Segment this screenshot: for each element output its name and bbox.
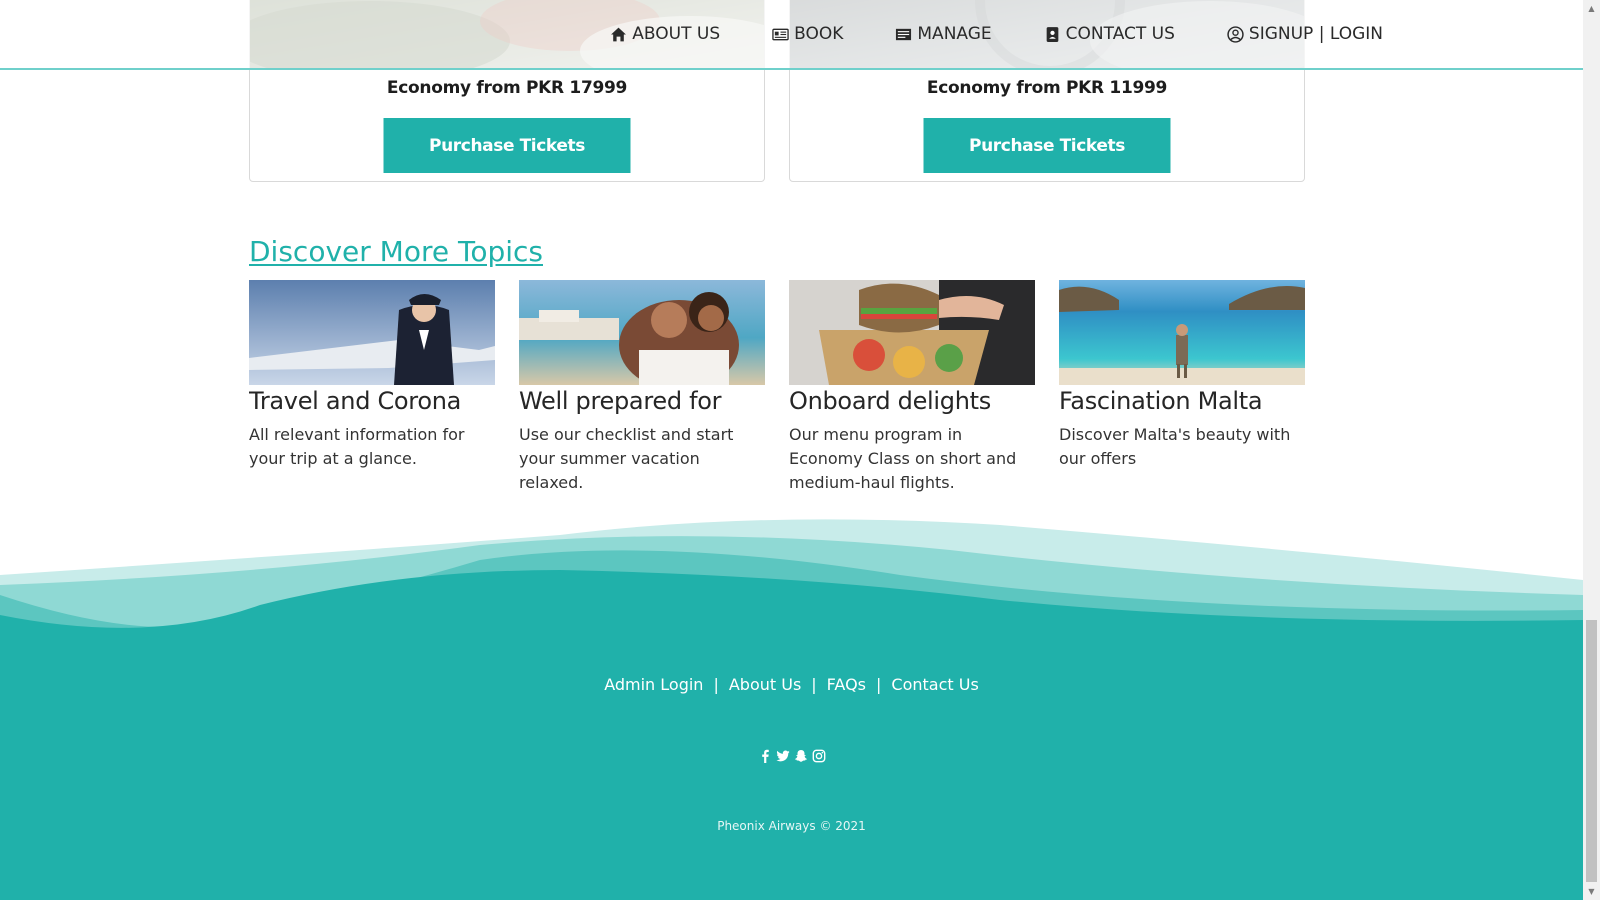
nav-book[interactable]: BOOK bbox=[772, 24, 843, 44]
purchase-tickets-button[interactable]: Purchase Tickets bbox=[383, 118, 631, 173]
home-icon bbox=[611, 27, 627, 41]
topics-grid: Travel and Corona All relevant informati… bbox=[249, 280, 1307, 495]
vertical-scrollbar[interactable]: ▲ ▼ bbox=[1583, 0, 1600, 900]
footer-separator: | bbox=[811, 675, 817, 694]
fare-text: Economy from PKR 17999 bbox=[386, 78, 628, 98]
topic-card[interactable]: Fascination Malta Discover Malta's beaut… bbox=[1059, 280, 1305, 495]
topic-card[interactable]: Onboard delights Our menu program in Eco… bbox=[789, 280, 1035, 495]
scroll-down-arrow-icon[interactable]: ▼ bbox=[1583, 883, 1600, 900]
footer-links: Admin Login | About Us | FAQs | Contact … bbox=[0, 675, 1583, 694]
nav-manage[interactable]: MANAGE bbox=[895, 24, 992, 44]
nav-signup-login[interactable]: SIGNUP | LOGIN bbox=[1227, 24, 1383, 44]
purchase-tickets-button[interactable]: Purchase Tickets bbox=[923, 118, 1171, 173]
topic-image-couple[interactable] bbox=[519, 280, 765, 385]
footer-link-contact-us[interactable]: Contact Us bbox=[891, 675, 978, 694]
topic-card[interactable]: Travel and Corona All relevant informati… bbox=[249, 280, 495, 495]
discover-more-topics-link[interactable]: Discover More Topics bbox=[249, 235, 543, 268]
ticket-icon bbox=[772, 28, 789, 40]
list-icon bbox=[896, 28, 912, 40]
nav-signup-login-label: SIGNUP | LOGIN bbox=[1248, 24, 1383, 44]
topic-description: Discover Malta's beauty with our offers bbox=[1059, 425, 1291, 468]
footer-separator: | bbox=[876, 675, 882, 694]
nav-book-label: BOOK bbox=[794, 24, 844, 44]
footer-link-admin-login[interactable]: Admin Login bbox=[604, 675, 703, 694]
snapchat-icon[interactable] bbox=[794, 749, 808, 763]
topic-image-meal[interactable] bbox=[789, 280, 1035, 385]
footer-wave bbox=[0, 519, 1583, 655]
fare-text: Economy from PKR 11999 bbox=[926, 78, 1168, 98]
topic-card[interactable]: Well prepared for Use our checklist and … bbox=[519, 280, 765, 495]
scroll-up-arrow-icon[interactable]: ▲ bbox=[1583, 0, 1600, 17]
nav-about-us[interactable]: ABOUT US bbox=[610, 24, 720, 44]
topic-description: All relevant information for your trip a… bbox=[249, 425, 465, 468]
footer: Admin Login | About Us | FAQs | Contact … bbox=[0, 635, 1583, 900]
twitter-icon[interactable] bbox=[775, 749, 790, 763]
topic-title[interactable]: Well prepared for bbox=[519, 387, 765, 415]
nav-contact-us-label: CONTACT US bbox=[1065, 24, 1175, 44]
social-icons bbox=[0, 749, 1583, 763]
topic-image-pilot[interactable] bbox=[249, 280, 495, 385]
topic-image-beach[interactable] bbox=[1059, 280, 1305, 385]
contact-book-icon bbox=[1046, 26, 1058, 42]
nav-manage-label: MANAGE bbox=[917, 24, 992, 44]
copyright-text: Pheonix Airways © 2021 bbox=[717, 819, 866, 833]
footer-link-about-us[interactable]: About Us bbox=[729, 675, 801, 694]
nav-menu: ABOUT US BOOK MANAGE CONTACT US SIGNUP |… bbox=[610, 0, 1383, 68]
nav-about-us-label: ABOUT US bbox=[632, 24, 721, 44]
topic-description: Our menu program in Economy Class on sho… bbox=[789, 425, 1017, 492]
topic-title[interactable]: Travel and Corona bbox=[249, 387, 495, 415]
footer-link-faqs[interactable]: FAQs bbox=[827, 675, 866, 694]
topic-title[interactable]: Onboard delights bbox=[789, 387, 1035, 415]
facebook-icon[interactable] bbox=[758, 749, 772, 763]
topic-title[interactable]: Fascination Malta bbox=[1059, 387, 1305, 415]
nav-contact-us[interactable]: CONTACT US bbox=[1044, 24, 1175, 44]
user-circle-icon bbox=[1227, 25, 1244, 43]
instagram-icon[interactable] bbox=[812, 749, 826, 763]
topic-description: Use our checklist and start your summer … bbox=[519, 425, 734, 492]
scrollbar-thumb[interactable] bbox=[1586, 620, 1597, 882]
page: Economy from PKR 17999 Purchase Tickets … bbox=[0, 0, 1583, 900]
navbar: ABOUT US BOOK MANAGE CONTACT US SIGNUP |… bbox=[0, 0, 1583, 70]
footer-separator: | bbox=[713, 675, 719, 694]
